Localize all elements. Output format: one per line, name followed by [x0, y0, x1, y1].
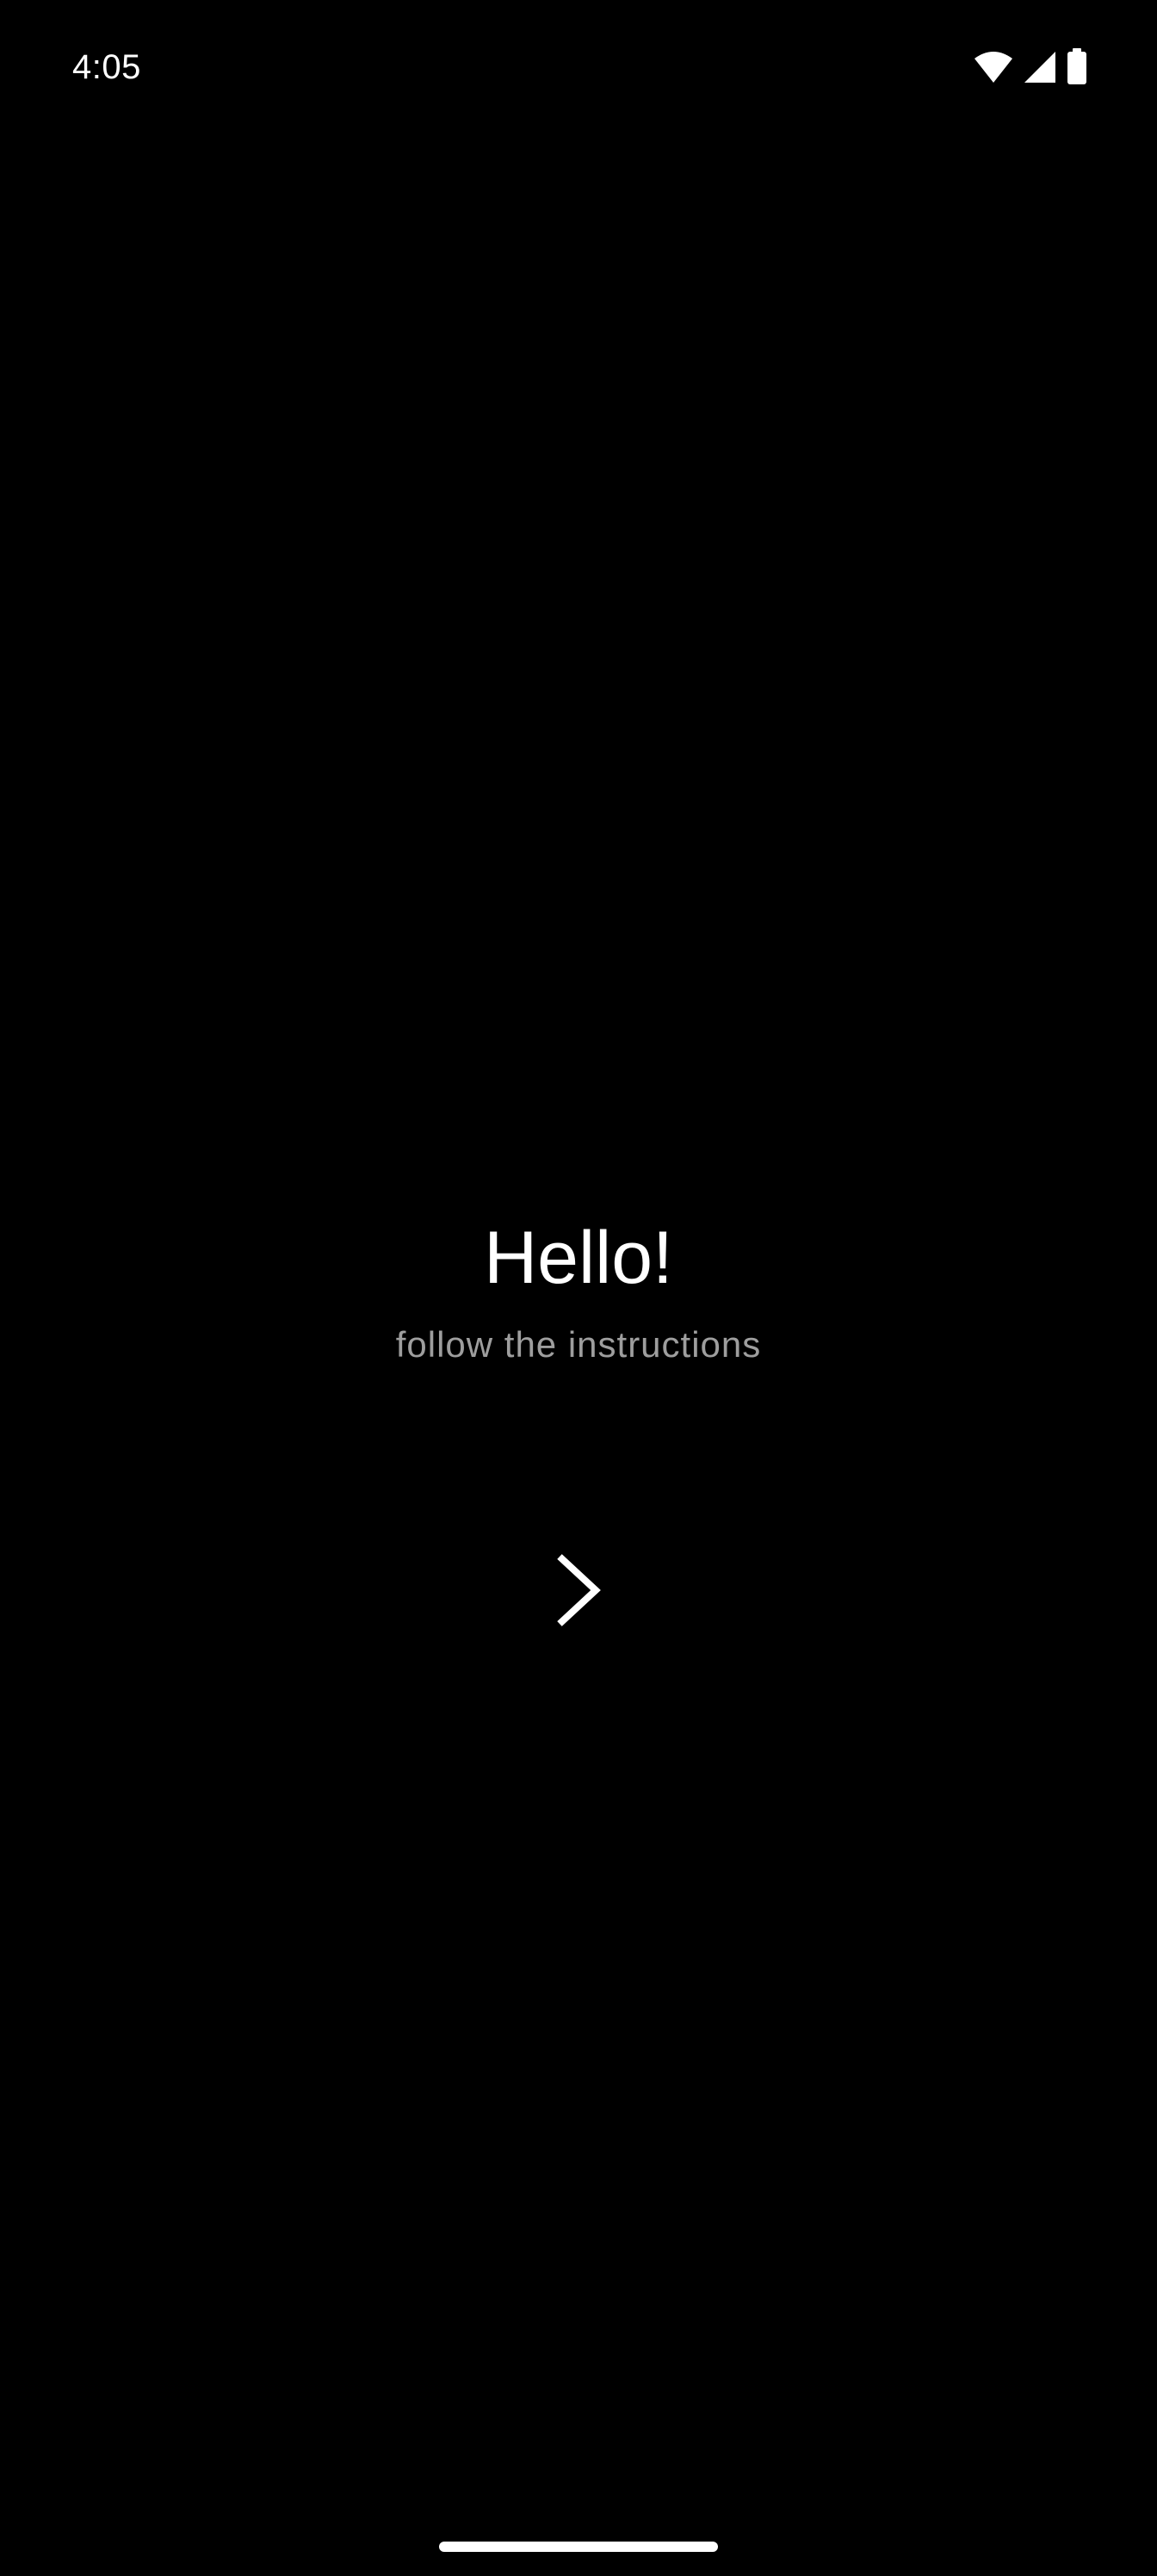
welcome-subtitle: follow the instructions — [395, 1324, 762, 1365]
welcome-title: Hello! — [484, 1217, 673, 1299]
wifi-icon — [973, 50, 1014, 84]
chevron-right-icon — [553, 1551, 604, 1632]
battery-icon — [1066, 48, 1088, 86]
status-bar: 4:05 — [0, 0, 1157, 129]
cellular-signal-icon — [1023, 50, 1057, 84]
home-indicator[interactable] — [439, 2542, 718, 2552]
status-icons — [973, 48, 1088, 86]
next-button[interactable] — [527, 1539, 630, 1643]
status-time: 4:05 — [72, 48, 141, 86]
